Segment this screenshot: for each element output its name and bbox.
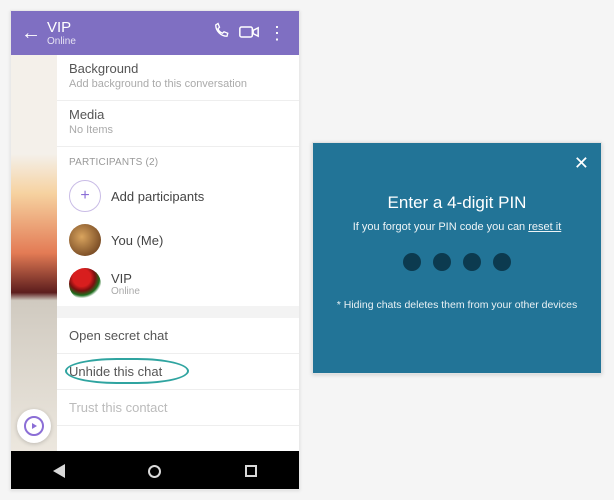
dialog-subtitle: If you forgot your PIN code you can rese… — [331, 221, 583, 233]
pin-dots[interactable] — [331, 253, 583, 271]
add-participants-row[interactable]: + Add participants — [57, 174, 299, 218]
media-sub: No Items — [69, 124, 287, 136]
open-secret-chat-row[interactable]: Open secret chat — [57, 318, 299, 354]
media-row[interactable]: Media No Items — [57, 101, 299, 147]
voice-call-icon[interactable] — [207, 22, 235, 45]
background-row[interactable]: Background Add background to this conver… — [57, 55, 299, 101]
more-icon[interactable]: ⋮ — [263, 23, 291, 44]
video-call-icon[interactable] — [235, 23, 263, 44]
background-label: Background — [69, 61, 287, 76]
close-icon[interactable]: ✕ — [574, 153, 589, 174]
back-icon[interactable]: ← — [19, 22, 43, 45]
pin-dialog: ✕ Enter a 4-digit PIN If you forgot your… — [312, 142, 602, 374]
participant-name: You (Me) — [111, 233, 163, 248]
add-participants-label: Add participants — [111, 189, 204, 204]
info-panel: Background Add background to this conver… — [57, 55, 299, 451]
pin-dot — [403, 253, 421, 271]
nav-recent-icon[interactable] — [245, 465, 257, 477]
dialog-title: Enter a 4-digit PIN — [331, 193, 583, 213]
play-fab[interactable] — [17, 409, 51, 443]
background-sub: Add background to this conversation — [69, 78, 287, 90]
reset-link[interactable]: reset it — [528, 221, 561, 233]
participant-row[interactable]: You (Me) — [57, 218, 299, 262]
content-area: Background Add background to this conver… — [11, 55, 299, 451]
nav-home-icon[interactable] — [148, 465, 161, 478]
chat-wallpaper-strip — [11, 55, 57, 451]
android-nav-bar — [11, 451, 299, 490]
media-label: Media — [69, 107, 287, 122]
chat-status: Online — [47, 36, 207, 47]
chat-header: ← VIP Online ⋮ — [11, 11, 299, 55]
header-title-block[interactable]: VIP Online — [43, 19, 207, 47]
dialog-note: * Hiding chats deletes them from your ot… — [331, 299, 583, 311]
pin-dot — [463, 253, 481, 271]
plus-icon: + — [69, 180, 101, 212]
participant-name: VIP — [111, 271, 140, 286]
phone-screen: ← VIP Online ⋮ Background Add background… — [10, 10, 300, 490]
avatar — [69, 268, 101, 300]
unhide-chat-row[interactable]: Unhide this chat — [57, 354, 299, 390]
participant-status: Online — [111, 286, 140, 297]
trust-contact-row[interactable]: Trust this contact — [57, 390, 299, 426]
section-spacer — [57, 306, 299, 318]
pin-dot — [493, 253, 511, 271]
chat-title: VIP — [47, 19, 207, 36]
pin-dot — [433, 253, 451, 271]
nav-back-icon[interactable] — [53, 464, 65, 478]
participant-row[interactable]: VIP Online — [57, 262, 299, 306]
avatar — [69, 224, 101, 256]
dialog-sub-text: If you forgot your PIN code you can — [353, 221, 528, 233]
participants-title: PARTICIPANTS (2) — [57, 147, 299, 174]
